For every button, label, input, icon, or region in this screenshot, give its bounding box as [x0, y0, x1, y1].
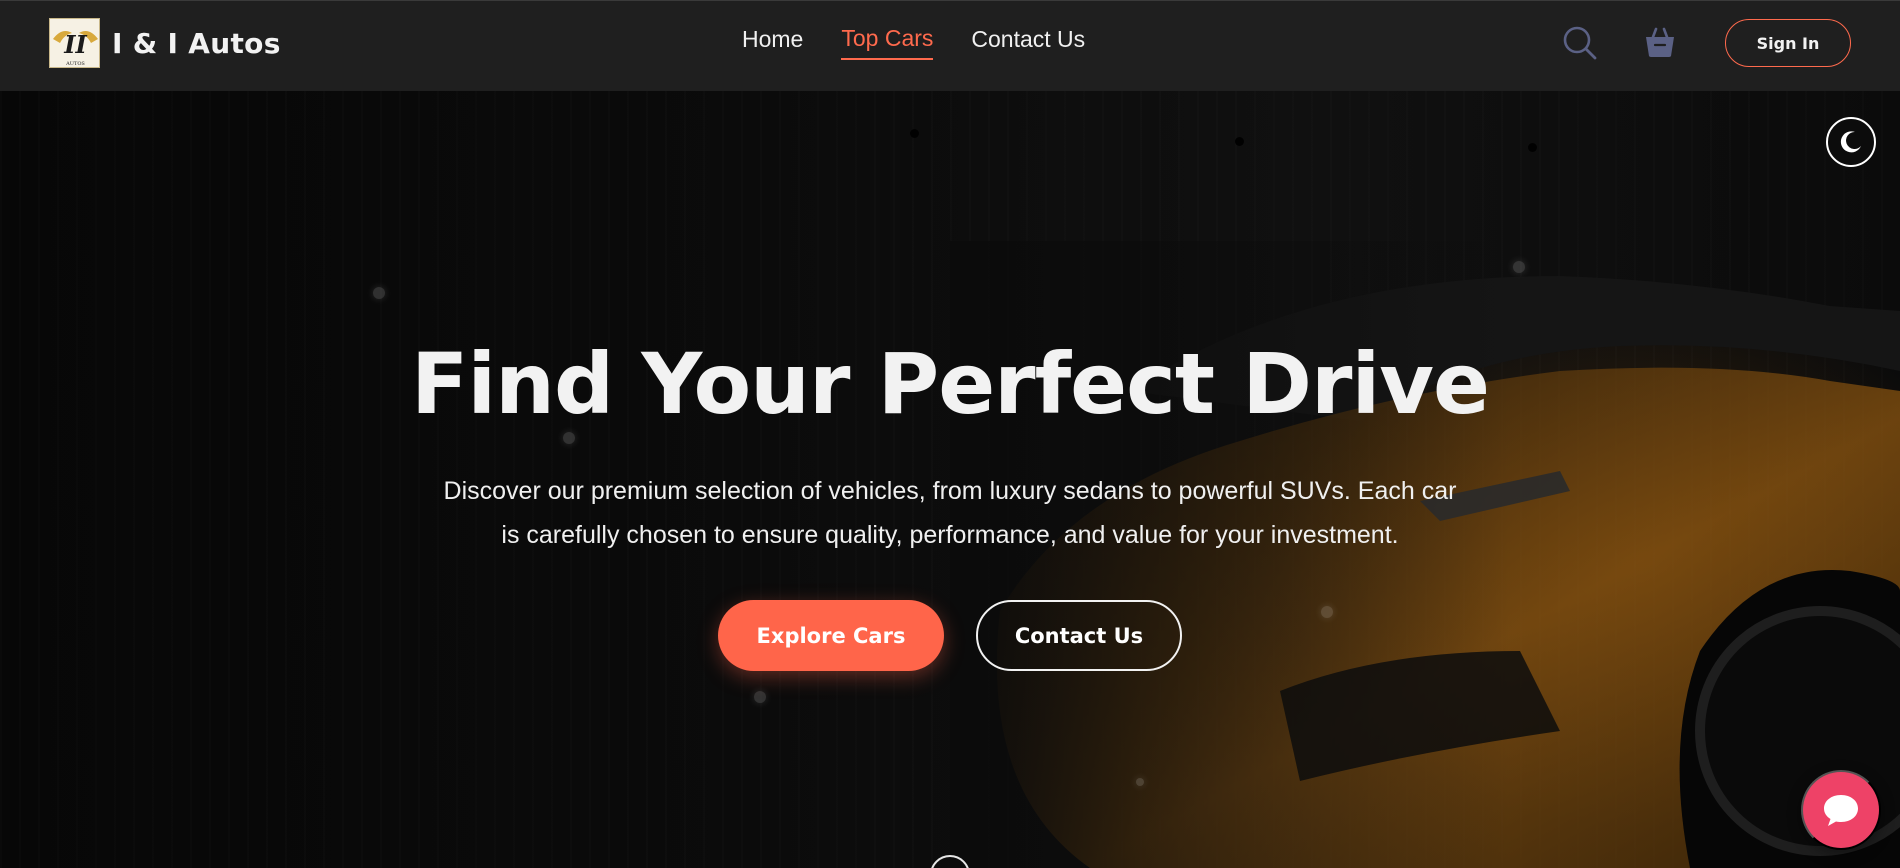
theme-toggle-button[interactable]	[1826, 117, 1876, 167]
winged-ii-logo-icon: II AUTOS	[49, 18, 100, 68]
ambient-particle	[910, 129, 919, 138]
ambient-particle	[1513, 261, 1525, 273]
ambient-particle	[1235, 137, 1244, 146]
nav-item-home[interactable]: Home	[742, 26, 803, 59]
basket-icon[interactable]	[1643, 25, 1677, 59]
moon-icon	[1840, 131, 1861, 153]
logo-subtext: AUTOS	[65, 61, 85, 67]
contact-us-button[interactable]: Contact Us	[976, 600, 1182, 671]
nav-item-top-cars[interactable]: Top Cars	[841, 25, 934, 60]
hero-subtitle: Discover our premium selection of vehicl…	[443, 477, 1457, 549]
ambient-particle	[563, 432, 575, 444]
ambient-particle	[373, 287, 385, 299]
search-icon[interactable]	[1562, 25, 1598, 61]
page: II AUTOS I & I Autos Home Top Cars Conta…	[0, 0, 1900, 868]
brand-name: I & I Autos	[112, 26, 281, 60]
sign-in-button[interactable]: Sign In	[1725, 19, 1851, 67]
ambient-particle	[1528, 143, 1537, 152]
logo-text: II	[63, 30, 87, 59]
hero-title: Find Your Perfect Drive	[411, 335, 1490, 433]
nav-item-contact-us[interactable]: Contact Us	[971, 26, 1085, 59]
ambient-particle	[1321, 606, 1333, 618]
explore-cars-button[interactable]: Explore Cars	[718, 600, 944, 671]
ambient-particle	[754, 691, 766, 703]
navbar: II AUTOS I & I Autos Home Top Cars Conta…	[0, 0, 1900, 91]
ambient-particle	[1136, 778, 1144, 786]
brand[interactable]: II AUTOS I & I Autos	[49, 18, 281, 68]
hero-section: Find Your Perfect Drive Discover our pre…	[0, 91, 1900, 868]
chat-button[interactable]	[1801, 770, 1881, 850]
chat-bubble-icon	[1824, 795, 1858, 826]
main-nav: Home Top Cars Contact Us	[742, 25, 1085, 60]
